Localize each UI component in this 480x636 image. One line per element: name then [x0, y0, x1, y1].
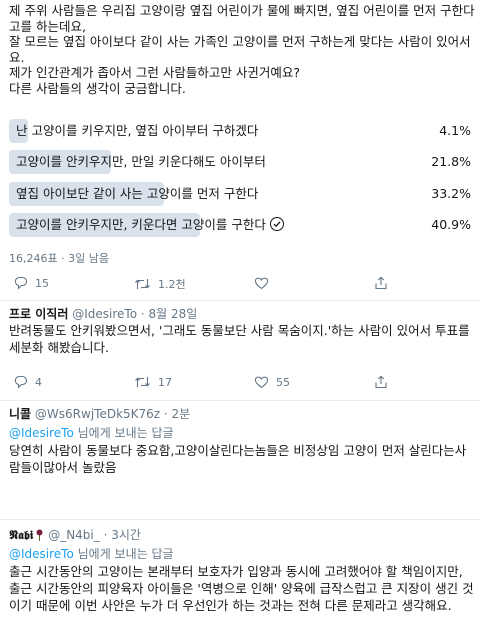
reply-button[interactable]: 15 — [14, 276, 49, 290]
retweet-button[interactable]: 17 — [134, 375, 172, 389]
like-icon — [254, 375, 269, 389]
reply-count: 4 — [35, 375, 42, 389]
tweet-actions: 4 17 55 — [0, 375, 480, 393]
replying-to: @IdesireTo 님에게 보내는 답글 — [9, 545, 174, 562]
like-button[interactable]: 55 — [254, 375, 290, 389]
retweet-icon — [134, 277, 151, 291]
poll-option-label: 난 고양이를 키우지만, 옆집 아이부터 구하겠다 — [16, 123, 259, 138]
retweet-count: 17 — [158, 375, 172, 389]
reply-count: 15 — [35, 276, 49, 290]
poll-option-label: 고양이를 안키우지만, 만일 키운다해도 아이부터 — [16, 154, 266, 169]
replying-to-text: 님에게 보내는 답글 — [73, 426, 174, 440]
retweet-button[interactable]: 1.2천 — [134, 276, 186, 292]
poll-option-label: 옆집 아이보단 같이 사는 고양이를 먼저 구한다 — [16, 186, 259, 201]
divider — [0, 519, 480, 520]
reply-icon — [14, 375, 28, 389]
display-name[interactable]: 니콜 — [9, 407, 31, 421]
share-icon — [374, 276, 388, 290]
poll-option-percent: 33.2% — [431, 186, 471, 201]
retweet-count: 1.2천 — [158, 278, 186, 291]
reply-icon — [14, 276, 28, 290]
poll-option: 고양이를 안키우지만, 키운다면 고양이를 구한다 40.9% — [9, 213, 475, 237]
user-handle[interactable]: @IdesireTo · 8월 28일 — [72, 307, 197, 321]
user-handle[interactable]: @_N4bi_ · 3시간 — [48, 528, 141, 542]
reply-text: 출근 시간동안의 고양이는 본래부터 보호자가 입양과 동시에 고려했어야 할 … — [9, 564, 474, 613]
mention-link[interactable]: @IdesireTo — [9, 547, 74, 561]
poll-meta: 16,246표 · 3일 남음 — [9, 252, 109, 265]
reply-text: 당연히 사람이 동물보다 중요함,고양이살린다는놈들은 비정상임 고양이 먼저 … — [9, 443, 467, 475]
mention-link[interactable]: @IdesireTo — [9, 426, 74, 440]
share-button[interactable] — [374, 276, 388, 290]
reply-header: 프로 이직러 @IdesireTo · 8월 28일 — [9, 305, 197, 322]
tweet-text: 제 주위 사람들은 우리집 고양이랑 옆집 어린이가 물에 빠지면, 옆집 어린… — [9, 3, 475, 96]
like-button[interactable] — [254, 276, 269, 290]
divider — [0, 300, 480, 301]
poll-option: 고양이를 안키우지만, 만일 키운다해도 아이부터 21.8% — [9, 150, 475, 174]
poll-option: 옆집 아이보단 같이 사는 고양이를 먼저 구한다 33.2% — [9, 182, 475, 206]
display-name[interactable]: 𝕹𝖆𝖇𝖎 — [9, 528, 33, 542]
retweet-icon — [134, 375, 151, 389]
poll-option-percent: 21.8% — [431, 154, 471, 169]
reply-text: 반려동물도 안키워봤으면서, '그래도 동물보단 사람 목숨이지.'하는 사람이… — [9, 323, 470, 355]
share-icon — [374, 375, 388, 389]
check-circle-icon — [269, 217, 284, 231]
like-icon — [254, 276, 269, 290]
rose-icon — [35, 529, 44, 541]
user-handle[interactable]: @Ws6RwjTeDk5K76z · 2분 — [35, 407, 190, 421]
divider — [0, 400, 480, 401]
share-button[interactable] — [374, 375, 388, 389]
like-count: 55 — [276, 375, 290, 389]
replying-to-text: 님에게 보내는 답글 — [73, 547, 174, 561]
replying-to: @IdesireTo 님에게 보내는 답글 — [9, 424, 174, 441]
tweet-actions: 15 1.2천 — [0, 276, 480, 294]
reply-header: 𝕹𝖆𝖇𝖎 @_N4bi_ · 3시간 — [9, 526, 141, 543]
poll-option-label: 고양이를 안키우지만, 키운다면 고양이를 구한다 — [16, 217, 284, 233]
poll-option-percent: 4.1% — [439, 123, 471, 138]
poll-option-percent: 40.9% — [431, 217, 471, 232]
poll-option-label-text: 고양이를 안키우지만, 키운다면 고양이를 구한다 — [16, 217, 266, 232]
display-name[interactable]: 프로 이직러 — [9, 307, 68, 321]
reply-button[interactable]: 4 — [14, 375, 42, 389]
poll-option: 난 고양이를 키우지만, 옆집 아이부터 구하겠다 4.1% — [9, 119, 475, 143]
reply-header: 니콜 @Ws6RwjTeDk5K76z · 2분 — [9, 405, 190, 422]
